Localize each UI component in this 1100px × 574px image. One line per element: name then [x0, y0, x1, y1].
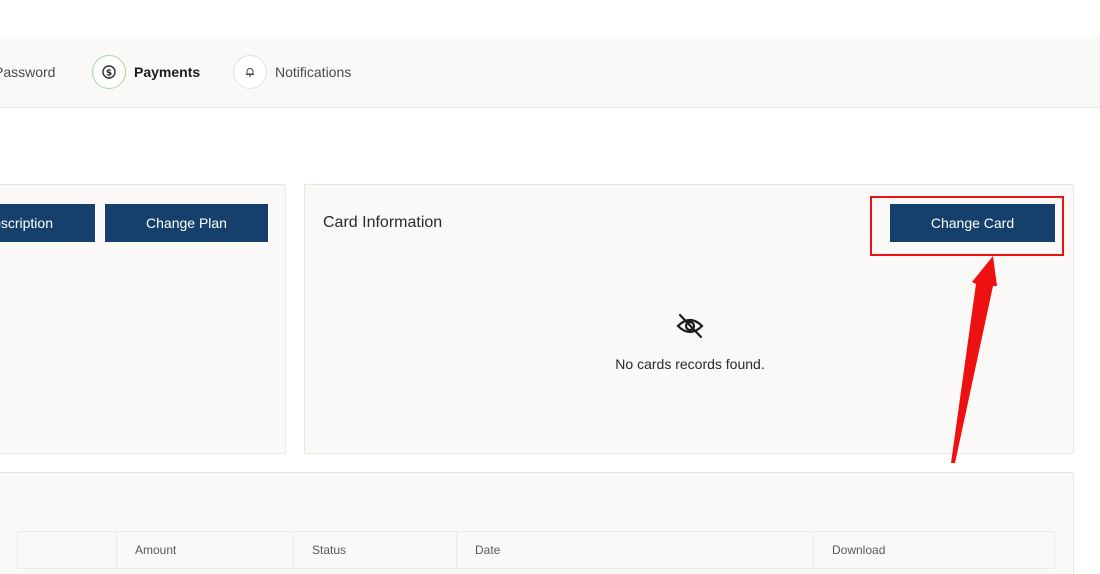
svg-text:$: $	[106, 69, 112, 79]
billing-history-panel: Amount Status Date Download	[0, 472, 1074, 574]
eye-off-icon	[675, 313, 705, 344]
tab-label-notifications: Notifications	[275, 64, 352, 80]
top-bar	[0, 0, 1100, 38]
empty-state: No cards records found.	[305, 313, 1075, 372]
payment-icon: $	[92, 55, 126, 89]
cancel-subscription-button[interactable]: Cancel Subscription	[0, 204, 95, 242]
column-header-first	[18, 532, 116, 568]
empty-state-text: No cards records found.	[615, 356, 765, 372]
tab-payments[interactable]: $ Payments	[92, 54, 200, 90]
annotation-highlight-box	[870, 196, 1064, 256]
column-header-date: Date	[456, 532, 813, 568]
bell-icon	[233, 55, 267, 89]
subscription-panel: Cancel Subscription Change Plan	[0, 184, 286, 454]
column-header-download: Download	[813, 532, 1056, 568]
tab-notifications[interactable]: Notifications	[233, 54, 351, 90]
settings-tab-bar: Password $ Payments Notifications	[0, 37, 1100, 108]
card-information-title: Card Information	[323, 214, 443, 231]
billing-table-header: Amount Status Date Download	[17, 531, 1055, 569]
tab-label-payments: Payments	[134, 64, 201, 80]
tab-label-password: Password	[0, 64, 56, 80]
column-header-amount: Amount	[116, 532, 293, 568]
column-header-status: Status	[293, 532, 456, 568]
change-plan-button[interactable]: Change Plan	[105, 204, 268, 242]
tab-password[interactable]: Password	[0, 54, 55, 90]
